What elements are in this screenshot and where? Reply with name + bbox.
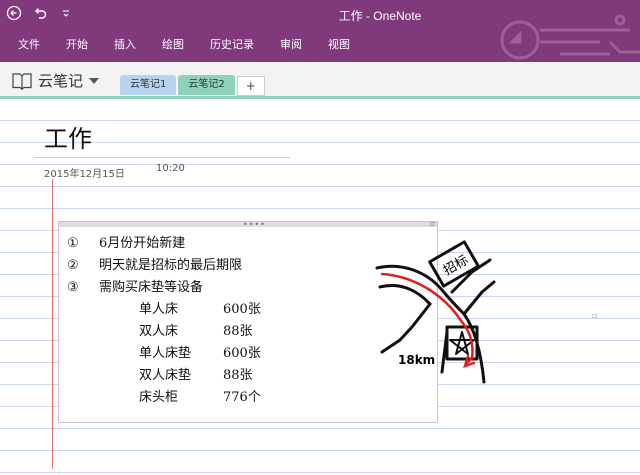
title-divider xyxy=(34,157,290,158)
notebook-bar: 云笔记 云笔记1 云笔记2 + xyxy=(0,62,640,99)
tab-section-1[interactable]: 云笔记1 xyxy=(120,75,177,95)
container-resize-icon[interactable]: ▫ xyxy=(430,219,435,228)
sketch-distance-text: 18km xyxy=(398,353,435,367)
notebook-selector[interactable]: 云笔记 xyxy=(12,70,100,91)
page-date: 2015年12月15日 xyxy=(44,169,125,180)
ribbon-decoration-icon xyxy=(500,14,640,60)
hand-drawn-map[interactable]: 招标 18km xyxy=(372,232,502,392)
window-title: 工作 - OneNote xyxy=(338,9,422,23)
resize-handle-icon: ▫ xyxy=(592,311,598,320)
notebook-icon xyxy=(12,72,32,90)
notebook-name: 云笔记 xyxy=(38,72,84,90)
ribbon-tabs: 文件 开始 插入 绘图 历史记录 审阅 视图 xyxy=(18,36,350,52)
page-time: 10:20 xyxy=(156,163,185,174)
menu-home[interactable]: 开始 xyxy=(66,36,88,52)
grip-icon: •••• xyxy=(243,220,266,229)
menu-insert[interactable]: 插入 xyxy=(114,36,136,52)
menu-history[interactable]: 历史记录 xyxy=(210,36,254,52)
tab-section-2[interactable]: 云笔记2 xyxy=(178,75,235,95)
menu-draw[interactable]: 绘图 xyxy=(162,36,184,52)
note-page[interactable]: 工作 2015年12月15日 10:20 •••• ▫ ① 6月份开始新建 ② 明天… xyxy=(0,99,640,475)
margin-line xyxy=(52,179,53,469)
sketch-sign-text: 招标 xyxy=(441,253,471,279)
section-tabs: 云笔记1 云笔记2 + xyxy=(120,75,265,96)
chevron-down-icon[interactable] xyxy=(89,77,100,85)
container-drag-handle[interactable]: •••• ▫ xyxy=(59,219,437,229)
add-section-button[interactable]: + xyxy=(236,76,265,96)
menu-file[interactable]: 文件 xyxy=(18,36,40,52)
ribbon: 文件 开始 插入 绘图 历史记录 审阅 视图 xyxy=(0,14,640,62)
menu-review[interactable]: 审阅 xyxy=(280,36,302,52)
page-title[interactable]: 工作 xyxy=(44,119,92,154)
menu-view[interactable]: 视图 xyxy=(328,36,350,52)
